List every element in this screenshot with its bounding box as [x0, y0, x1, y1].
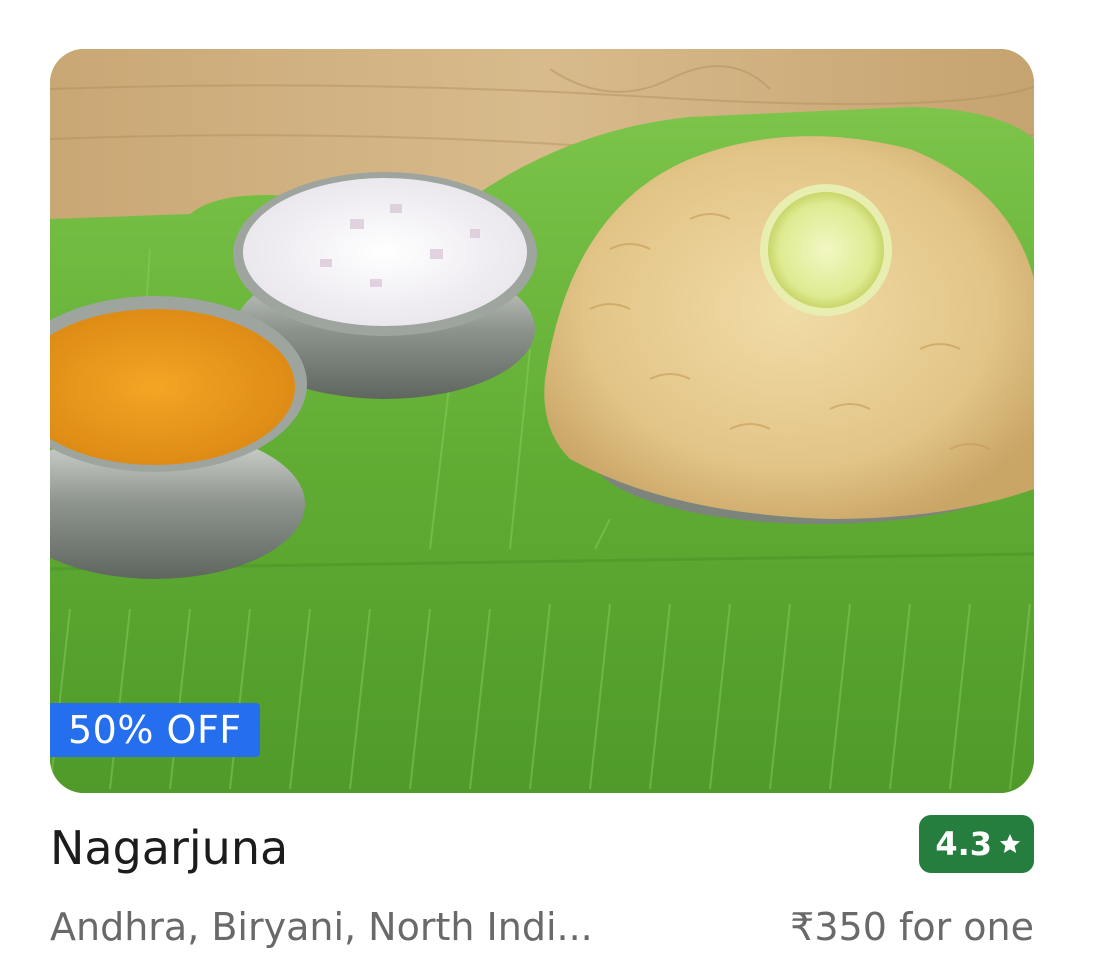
price-for-one: ₹350 for one	[790, 905, 1034, 949]
rating-badge: 4.3	[919, 815, 1034, 873]
biryani-food-photo	[50, 49, 1034, 793]
cuisines-text: Andhra, Biryani, North Indi...	[50, 905, 593, 949]
rating-value: 4.3	[935, 825, 992, 863]
restaurant-image[interactable]: 50% OFF	[50, 49, 1034, 793]
details-row: Andhra, Biryani, North Indi... ₹350 for …	[50, 905, 1034, 955]
discount-badge: 50% OFF	[50, 703, 260, 757]
title-row: Nagarjuna 4.3	[50, 813, 1034, 877]
restaurant-card[interactable]: 50% OFF Nagarjuna 4.3 Andhra, Biryani, N…	[50, 49, 1034, 949]
restaurant-name[interactable]: Nagarjuna	[50, 821, 288, 875]
star-icon	[998, 832, 1022, 856]
